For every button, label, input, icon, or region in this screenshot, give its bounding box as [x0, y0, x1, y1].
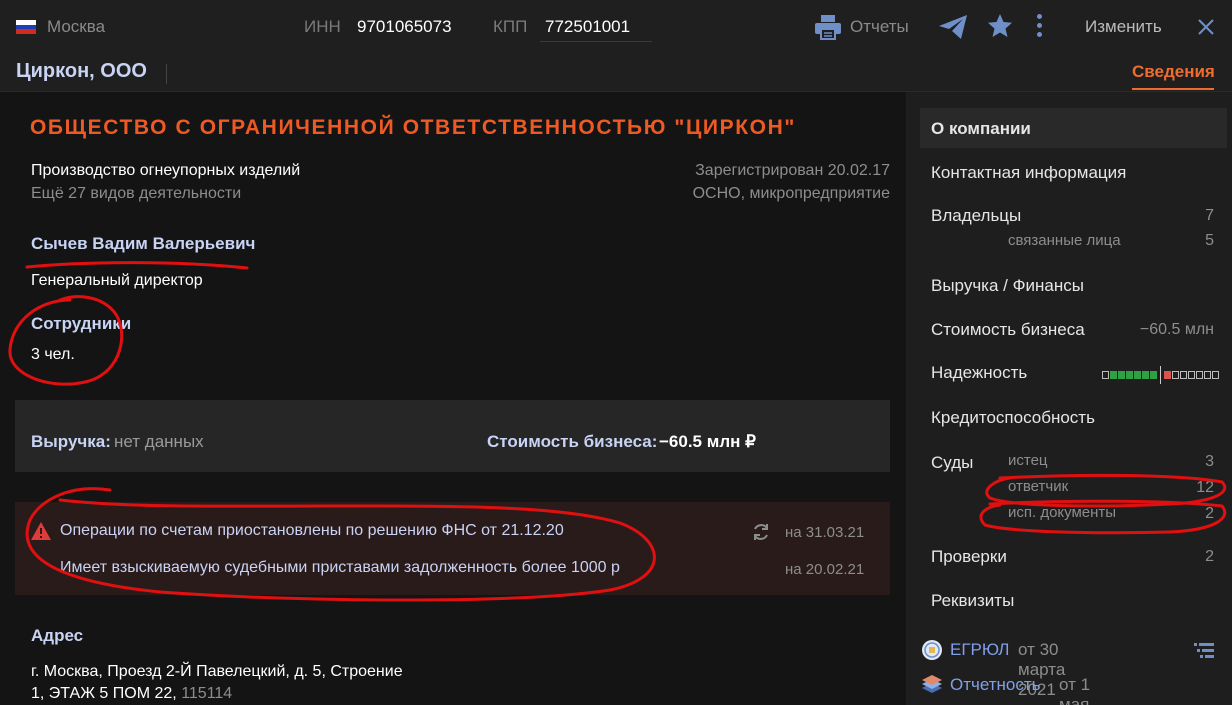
reliability-cell-empty — [1204, 371, 1211, 379]
reliability-marker — [1160, 366, 1161, 384]
related-count: 5 — [1205, 232, 1214, 249]
warning-bailiff-debt[interactable]: Имеет взыскиваемую судебными приставами … — [60, 559, 620, 577]
registration-date: Зарегистрирован 20.02.17 — [695, 162, 890, 179]
plaintiff-count: 3 — [1205, 453, 1214, 470]
reliability-cell-good — [1118, 371, 1125, 379]
revenue-label[interactable]: Выручка: — [31, 432, 111, 452]
warning-accounts-suspended[interactable]: Операции по счетам приостановлены по реш… — [60, 522, 564, 540]
reliability-cell-bad — [1164, 371, 1171, 379]
title-divider — [166, 64, 167, 84]
top-bar: Москва ИНН 9701065073 КПП 772501001 Отче… — [0, 0, 1232, 56]
warning-icon — [31, 522, 51, 540]
printer-icon[interactable] — [814, 14, 842, 40]
close-icon[interactable] — [1196, 17, 1216, 37]
sidebar-item-courts[interactable]: Суды — [931, 453, 973, 473]
flag-russia-icon — [16, 20, 36, 35]
postal-index: 115114 — [181, 685, 233, 702]
inn-label: ИНН — [304, 17, 341, 36]
main-content: ОБЩЕСТВО С ОГРАНИЧЕННОЙ ОТВЕТСТВЕННОСТЬЮ… — [0, 92, 906, 705]
more-activities-link[interactable]: Ещё 27 видов деятельности — [31, 185, 241, 203]
warnings-panel: Операции по счетам приостановлены по реш… — [15, 502, 890, 595]
courts-defendant[interactable]: ответчик — [1008, 478, 1068, 495]
reliability-cell-empty — [1172, 371, 1179, 379]
reports-button[interactable]: Отчеты — [850, 17, 909, 37]
employees-label[interactable]: Сотрудники — [31, 314, 131, 334]
reliability-cell-empty — [1212, 371, 1219, 379]
company-short-name: Циркон, ООО — [16, 60, 147, 82]
sidebar-item-requisites[interactable]: Реквизиты — [931, 591, 1014, 611]
region-label: Москва — [47, 17, 106, 36]
courts-plaintiff[interactable]: истец — [1008, 452, 1048, 469]
reports-stack-icon — [922, 675, 942, 693]
director-name-link[interactable]: Сычев Вадим Валерьевич — [31, 234, 255, 254]
reliability-cell-empty — [1102, 371, 1109, 379]
sidebar-item-about[interactable]: О компании — [931, 119, 1031, 139]
courts-enforcement[interactable]: исп. документы — [1008, 504, 1116, 521]
business-value-label[interactable]: Стоимость бизнеса: — [487, 432, 657, 452]
refresh-icon[interactable] — [751, 522, 771, 542]
send-icon[interactable] — [938, 14, 968, 40]
address-label: Адрес — [31, 626, 84, 645]
address-line[interactable]: г. Москва, Проезд 2-Й Павелецкий, д. 5, … — [31, 663, 403, 681]
tax-mode: ОСНО, микропредприятие — [692, 185, 890, 202]
sidebar-item-owners[interactable]: Владельцы — [931, 206, 1021, 226]
address-street: 1, ЭТАЖ 5 ПОМ 22, — [31, 685, 177, 702]
kpp-divider — [540, 41, 652, 42]
defendant-count: 12 — [1196, 479, 1214, 496]
reliability-cell-empty — [1180, 371, 1187, 379]
inspections-count: 2 — [1205, 548, 1214, 565]
egrul-link[interactable]: ЕГРЮЛ — [950, 640, 1009, 660]
sidebar-item-contacts[interactable]: Контактная информация — [931, 163, 1126, 183]
reliability-cell-good — [1110, 371, 1117, 379]
company-full-name: ОБЩЕСТВО С ОГРАНИЧЕННОЙ ОТВЕТСТВЕННОСТЬЮ… — [30, 116, 796, 139]
reliability-cell-empty — [1196, 371, 1203, 379]
sidebar-item-inspections[interactable]: Проверки — [931, 547, 1007, 567]
reliability-cell-good — [1142, 371, 1149, 379]
reliability-cell-good — [1134, 371, 1141, 379]
address-line[interactable]: 1, ЭТАЖ 5 ПОМ 22, 115114 — [31, 685, 232, 703]
tab-info[interactable]: Сведения — [1132, 62, 1215, 82]
business-value: −60.5 млн ₽ — [659, 432, 756, 451]
reports-date: от 1 мая 2020 — [1059, 675, 1091, 705]
edit-button[interactable]: Изменить — [1085, 17, 1162, 37]
sidebar-item-related[interactable]: связанные лица — [1008, 232, 1121, 249]
warning-date: на 20.02.21 — [785, 561, 865, 578]
reliability-cell-good — [1150, 371, 1157, 379]
business-value-amount: −60.5 млн — [1139, 321, 1214, 338]
active-tab-indicator — [1132, 88, 1214, 90]
director-role: Генеральный директор — [31, 272, 203, 289]
kpp-value[interactable]: 772501001 — [545, 17, 630, 37]
employees-count: 3 чел. — [31, 346, 75, 363]
reliability-cell-good — [1126, 371, 1133, 379]
main-activity[interactable]: Производство огнеупорных изделий — [31, 162, 300, 180]
sidebar-item-reliability[interactable]: Надежность — [931, 363, 1027, 383]
warning-date: на 31.03.21 — [785, 524, 865, 541]
sidebar-item-business-value[interactable]: Стоимость бизнеса — [931, 320, 1085, 340]
list-icon[interactable] — [1194, 642, 1214, 660]
egrul-icon — [922, 640, 942, 660]
star-icon[interactable] — [986, 12, 1014, 40]
sidebar-item-credit[interactable]: Кредитоспособность — [931, 408, 1095, 428]
reliability-cell-empty — [1188, 371, 1195, 379]
reliability-scale — [1102, 366, 1219, 384]
enforcement-count: 2 — [1205, 505, 1214, 522]
title-bar: Циркон, ООО Сведения — [0, 56, 1232, 92]
sidebar-item-revenue[interactable]: Выручка / Финансы — [931, 276, 1084, 296]
reports-link[interactable]: Отчетность — [950, 675, 1041, 695]
owners-count: 7 — [1205, 207, 1214, 224]
sidebar-nav: О компании Контактная информация Владель… — [906, 92, 1232, 705]
revenue-value: нет данных — [114, 432, 204, 451]
finance-summary: Выручка: нет данных Стоимость бизнеса: −… — [15, 400, 890, 472]
kpp-label: КПП — [493, 17, 528, 36]
inn-value[interactable]: 9701065073 — [357, 17, 452, 37]
more-options-icon[interactable] — [1035, 14, 1043, 40]
